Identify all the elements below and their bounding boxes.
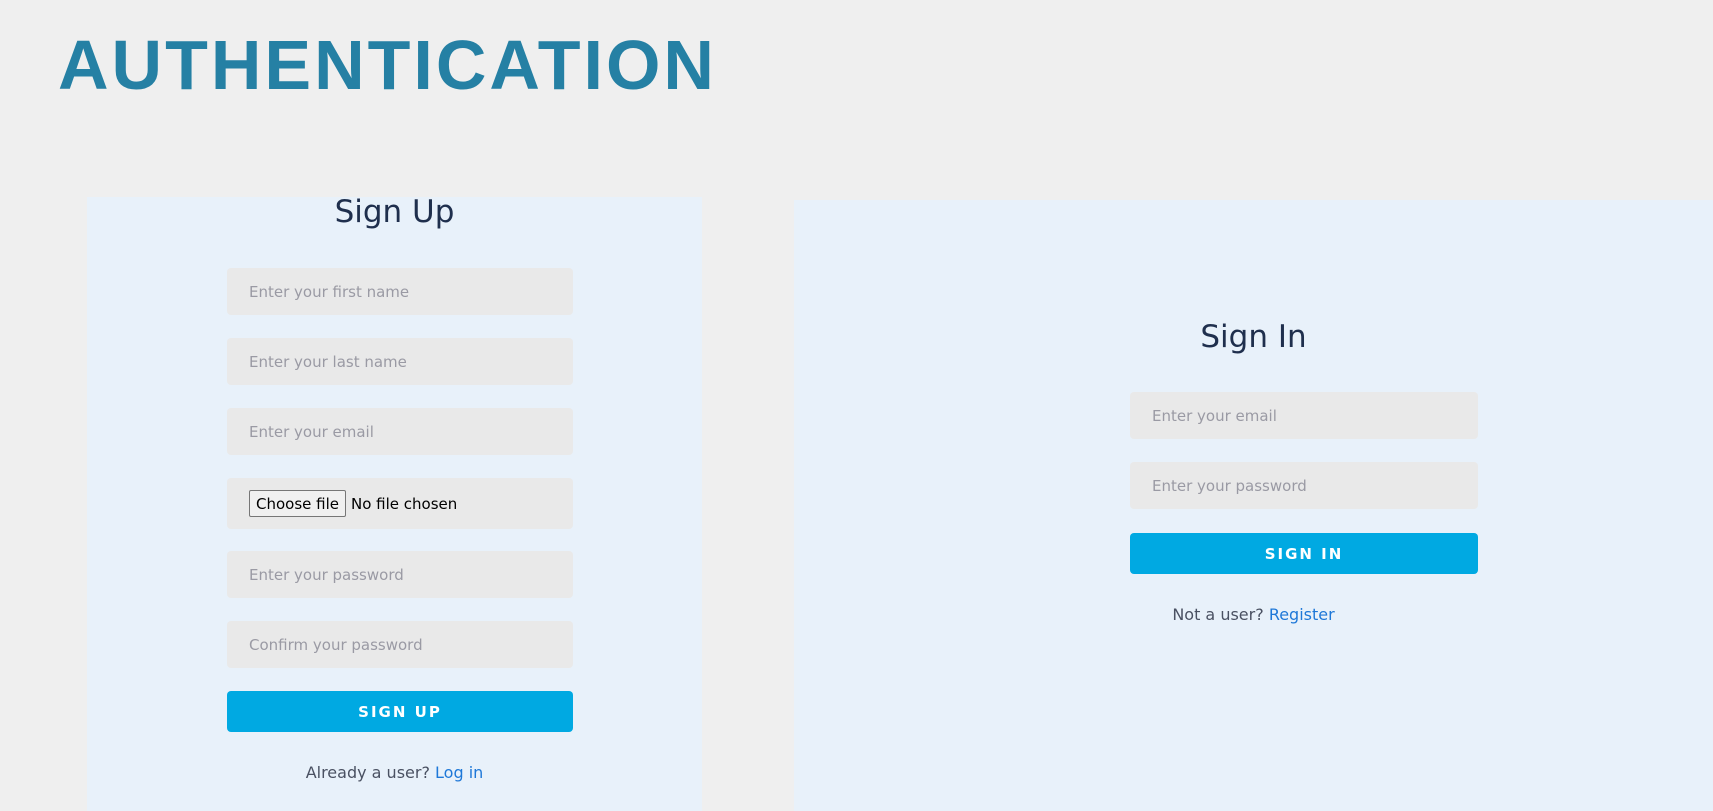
signup-panel: Sign Up Choose file No file chosen SIGN …	[87, 197, 702, 811]
login-link[interactable]: Log in	[435, 763, 483, 782]
page-title: AUTHENTICATION	[58, 26, 717, 104]
signin-email-input[interactable]	[1130, 392, 1478, 439]
signup-footer-text: Already a user?	[305, 763, 430, 782]
file-status-text: No file chosen	[351, 494, 458, 513]
signup-footer: Already a user? Log in	[87, 763, 702, 782]
signin-panel: Sign In SIGN IN Not a user? Register	[794, 200, 1713, 811]
last-name-input[interactable]	[227, 338, 573, 385]
register-link[interactable]: Register	[1269, 605, 1335, 624]
auth-page: AUTHENTICATION Sign Up Choose file No fi…	[0, 0, 1713, 811]
avatar-file-field: Choose file No file chosen	[227, 478, 573, 529]
signin-footer: Not a user? Register	[794, 605, 1713, 624]
signup-password-input[interactable]	[227, 551, 573, 598]
signup-email-input[interactable]	[227, 408, 573, 455]
first-name-input[interactable]	[227, 268, 573, 315]
signin-password-input[interactable]	[1130, 462, 1478, 509]
signin-footer-text: Not a user?	[1172, 605, 1264, 624]
choose-file-button[interactable]: Choose file	[249, 490, 346, 517]
sign-in-button[interactable]: SIGN IN	[1130, 533, 1478, 574]
sign-up-button[interactable]: SIGN UP	[227, 691, 573, 732]
signin-heading: Sign In	[1200, 319, 1307, 355]
signup-heading: Sign Up	[334, 194, 455, 230]
confirm-password-input[interactable]	[227, 621, 573, 668]
